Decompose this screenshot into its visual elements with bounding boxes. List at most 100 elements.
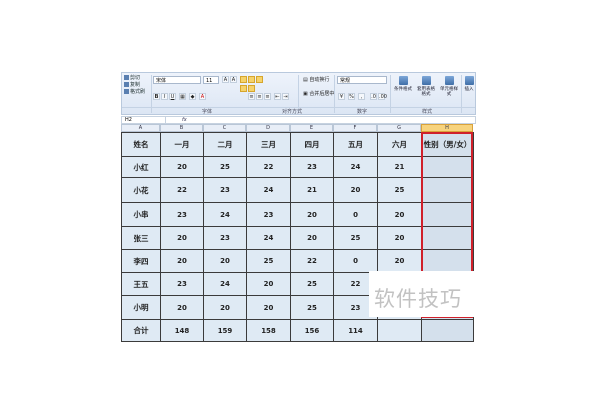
value-cell[interactable]: 25 <box>203 156 247 178</box>
value-cell[interactable]: 25 <box>333 226 378 250</box>
value-cell[interactable]: 23 <box>246 202 291 227</box>
total-cell[interactable]: 159 <box>203 319 247 342</box>
gender-cell[interactable] <box>421 249 474 273</box>
value-cell[interactable]: 22 <box>246 156 291 178</box>
value-cell[interactable]: 20 <box>246 272 291 296</box>
value-cell[interactable]: 25 <box>246 249 291 273</box>
value-cell[interactable]: 0 <box>333 249 378 273</box>
value-cell[interactable]: 24 <box>333 156 378 178</box>
fill-color-button[interactable]: ◆ <box>189 93 196 100</box>
value-cell[interactable]: 22 <box>290 249 334 273</box>
header-cell[interactable]: 三月 <box>246 132 291 157</box>
total-cell[interactable]: 114 <box>333 319 378 342</box>
increase-font-button[interactable]: A <box>222 76 229 83</box>
name-cell[interactable]: 王五 <box>121 272 161 296</box>
value-cell[interactable]: 23 <box>203 177 247 203</box>
column-header-g[interactable]: G <box>377 124 421 132</box>
currency-button[interactable]: ¥ <box>338 93 345 100</box>
align-center-button[interactable]: ≡ <box>256 93 263 100</box>
total-cell[interactable]: 156 <box>290 319 334 342</box>
comma-button[interactable]: , <box>358 93 365 100</box>
value-cell[interactable]: 21 <box>377 156 422 178</box>
header-cell[interactable]: 四月 <box>290 132 334 157</box>
align-middle-button[interactable] <box>248 85 255 92</box>
value-cell[interactable]: 20 <box>203 249 247 273</box>
gender-cell[interactable] <box>421 156 474 178</box>
header-cell-gender[interactable]: 性别（男/女） <box>421 132 474 157</box>
name-cell[interactable]: 小串 <box>121 202 161 227</box>
value-cell[interactable]: 24 <box>203 272 247 296</box>
value-cell[interactable]: 24 <box>246 226 291 250</box>
value-cell[interactable]: 20 <box>160 226 204 250</box>
format-as-table-button[interactable]: 套用表格格式 <box>415 75 437 105</box>
name-box[interactable]: H2 <box>122 117 166 123</box>
value-cell[interactable]: 20 <box>290 226 334 250</box>
merge-center-button[interactable]: ▣ 合并后居中 <box>303 91 343 98</box>
name-cell[interactable]: 李四 <box>121 249 161 273</box>
underline-button[interactable]: U <box>169 93 176 100</box>
value-cell[interactable]: 21 <box>290 177 334 203</box>
header-cell[interactable]: 二月 <box>203 132 247 157</box>
header-cell[interactable]: 五月 <box>333 132 378 157</box>
value-cell[interactable]: 20 <box>377 249 422 273</box>
column-header-c[interactable]: C <box>203 124 246 132</box>
header-cell[interactable]: 一月 <box>160 132 204 157</box>
decrease-font-button[interactable]: A <box>230 76 237 83</box>
value-cell[interactable]: 23 <box>160 202 204 227</box>
value-cell[interactable]: 20 <box>377 202 422 227</box>
value-cell[interactable]: 24 <box>246 177 291 203</box>
value-cell[interactable]: 23 <box>290 156 334 178</box>
column-header-d[interactable]: D <box>246 124 290 132</box>
gender-cell[interactable] <box>421 226 474 250</box>
value-cell[interactable]: 24 <box>203 202 247 227</box>
value-cell[interactable]: 20 <box>377 226 422 250</box>
highlight-style-button-2[interactable] <box>248 76 255 83</box>
column-header-e[interactable]: E <box>290 124 333 132</box>
value-cell[interactable]: 20 <box>333 177 378 203</box>
column-header-b[interactable]: B <box>160 124 203 132</box>
column-header-a[interactable]: A <box>121 124 160 132</box>
increase-indent-button[interactable]: ⇥ <box>282 93 289 100</box>
total-cell[interactable]: 148 <box>160 319 204 342</box>
fx-icon[interactable]: fx <box>182 117 187 123</box>
gender-cell[interactable] <box>421 202 474 227</box>
value-cell[interactable]: 22 <box>160 177 204 203</box>
header-cell[interactable]: 姓名 <box>121 132 161 157</box>
align-left-button[interactable]: ≡ <box>248 93 255 100</box>
value-cell[interactable]: 20 <box>160 249 204 273</box>
name-cell[interactable]: 小花 <box>121 177 161 203</box>
value-cell[interactable]: 20 <box>246 295 291 320</box>
highlight-style-button[interactable] <box>240 76 247 83</box>
conditional-format-button[interactable]: 条件格式 <box>392 75 414 105</box>
total-label-cell[interactable]: 合计 <box>121 319 161 342</box>
header-cell[interactable]: 六月 <box>377 132 422 157</box>
font-name-select[interactable]: 宋体 <box>153 76 201 84</box>
column-header-h[interactable]: H <box>421 124 473 132</box>
increase-decimal-button[interactable]: .0 <box>370 93 377 100</box>
value-cell[interactable]: 20 <box>290 202 334 227</box>
copy-button[interactable]: 复制 <box>124 82 150 89</box>
value-cell[interactable]: 25 <box>290 295 334 320</box>
total-cell[interactable] <box>377 319 422 342</box>
percent-button[interactable]: % <box>348 93 355 100</box>
value-cell[interactable]: 25 <box>290 272 334 296</box>
border-button[interactable]: ▦ <box>179 93 186 100</box>
format-painter-button[interactable]: 格式刷 <box>124 89 150 96</box>
font-size-select[interactable]: 11 <box>203 76 219 84</box>
gender-cell[interactable] <box>421 177 474 203</box>
name-cell[interactable]: 张三 <box>121 226 161 250</box>
value-cell[interactable]: 23 <box>203 226 247 250</box>
total-cell[interactable] <box>421 319 474 342</box>
value-cell[interactable]: 20 <box>160 156 204 178</box>
bold-button[interactable]: B <box>153 93 160 100</box>
italic-button[interactable]: I <box>161 93 168 100</box>
align-top-button[interactable] <box>240 85 247 92</box>
decrease-decimal-button[interactable]: .00 <box>378 93 387 100</box>
decrease-indent-button[interactable]: ⇤ <box>274 93 281 100</box>
name-cell[interactable]: 小红 <box>121 156 161 178</box>
value-cell[interactable]: 0 <box>333 202 378 227</box>
cell-styles-button[interactable]: 单元格样式 <box>438 75 460 105</box>
value-cell[interactable]: 20 <box>203 295 247 320</box>
value-cell[interactable]: 23 <box>160 272 204 296</box>
value-cell[interactable]: 25 <box>377 177 422 203</box>
